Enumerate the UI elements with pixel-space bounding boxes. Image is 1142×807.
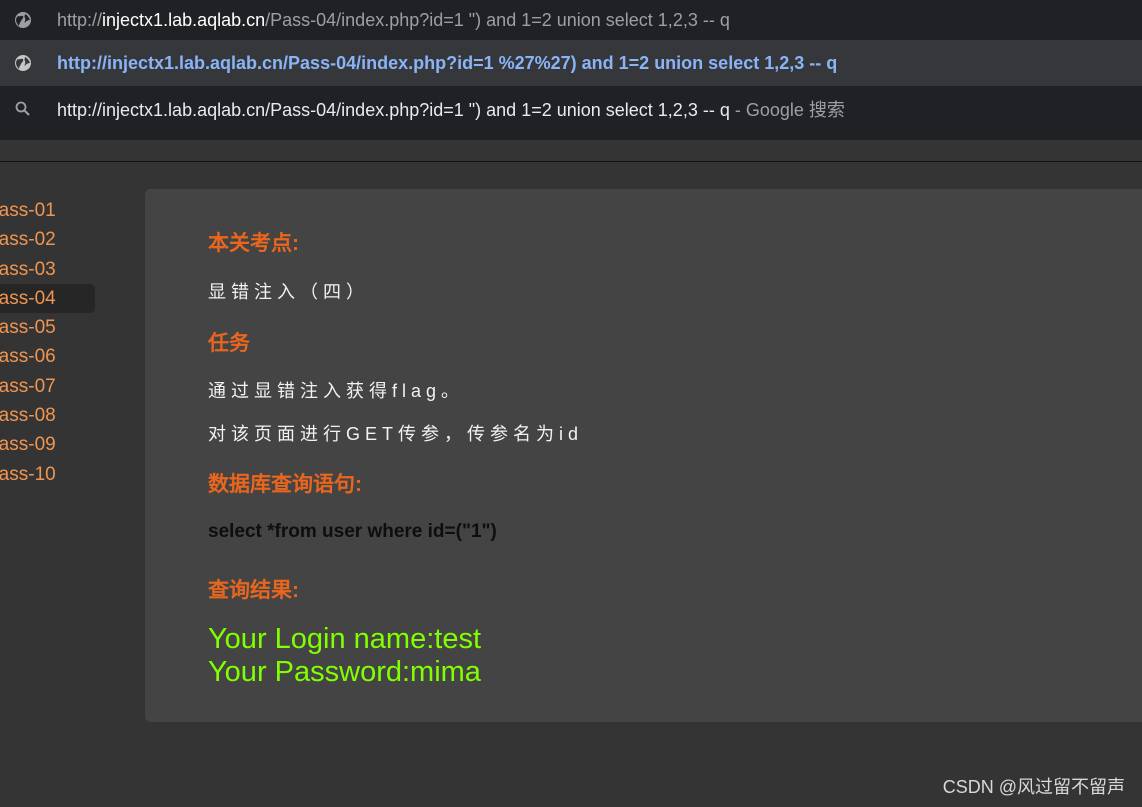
omnibox-dropdown: http://injectx1.lab.aqlab.cn/Pass-04/ind… — [0, 0, 1142, 140]
sidebar-item-pass-06[interactable]: Pass-06 — [0, 342, 95, 371]
omnibox-suggestion-1[interactable]: http://injectx1.lab.aqlab.cn/Pass-04/ind… — [0, 0, 1142, 40]
query-text: select *from user where id=("1") — [208, 521, 497, 542]
globe-icon — [12, 9, 34, 31]
sidebar-item-pass-03[interactable]: Pass-03 — [0, 255, 95, 284]
task-heading: 任务 — [208, 332, 250, 355]
toolbar-divider — [0, 161, 1142, 162]
sidebar-item-pass-08[interactable]: Pass-08 — [0, 401, 95, 430]
suggestion-1-text: http://injectx1.lab.aqlab.cn/Pass-04/ind… — [57, 9, 730, 30]
result-password: Your Password:mima — [208, 656, 481, 688]
sidebar-item-pass-10[interactable]: Pass-10 — [0, 460, 95, 489]
focus-text: 显错注入（四） — [208, 282, 369, 302]
focus-heading: 本关考点: — [208, 232, 299, 255]
task-line-1: 通过显错注入获得flag。 — [208, 381, 465, 401]
sidebar-item-pass-02[interactable]: Pass-02 — [0, 225, 95, 254]
sidebar-item-pass-01[interactable]: Pass-01 — [0, 196, 95, 225]
level-sidebar: Pass-01 Pass-02 Pass-03 Pass-04 Pass-05 … — [0, 196, 100, 489]
csdn-watermark: CSDN @风过留不留声 — [942, 777, 1125, 797]
sidebar-item-pass-04[interactable]: Pass-04 — [0, 283, 95, 314]
sidebar-item-pass-07[interactable]: Pass-07 — [0, 372, 95, 401]
toolbar-gap — [0, 140, 1142, 161]
search-icon — [12, 98, 34, 120]
level-panel: 本关考点: 显错注入（四） 任务 通过显错注入获得flag。 对该页面进行GET… — [145, 189, 1142, 722]
sidebar-item-pass-09[interactable]: Pass-09 — [0, 430, 95, 459]
sidebar-item-pass-05[interactable]: Pass-05 — [0, 313, 95, 342]
suggestion-3-text: http://injectx1.lab.aqlab.cn/Pass-04/ind… — [57, 100, 845, 120]
suggestion-2-text: http://injectx1.lab.aqlab.cn/Pass-04/ind… — [57, 52, 838, 73]
result-heading: 查询结果: — [208, 579, 299, 602]
omnibox-suggestion-2[interactable]: http://injectx1.lab.aqlab.cn/Pass-04/ind… — [0, 40, 1142, 86]
query-heading: 数据库查询语句: — [208, 473, 362, 496]
globe-icon — [12, 52, 34, 74]
omnibox-suggestion-3[interactable]: http://injectx1.lab.aqlab.cn/Pass-04/ind… — [0, 86, 1142, 132]
result-login-name: Your Login name:test — [208, 623, 482, 655]
task-line-2: 对该页面进行GET传参，传参名为id — [208, 424, 584, 444]
